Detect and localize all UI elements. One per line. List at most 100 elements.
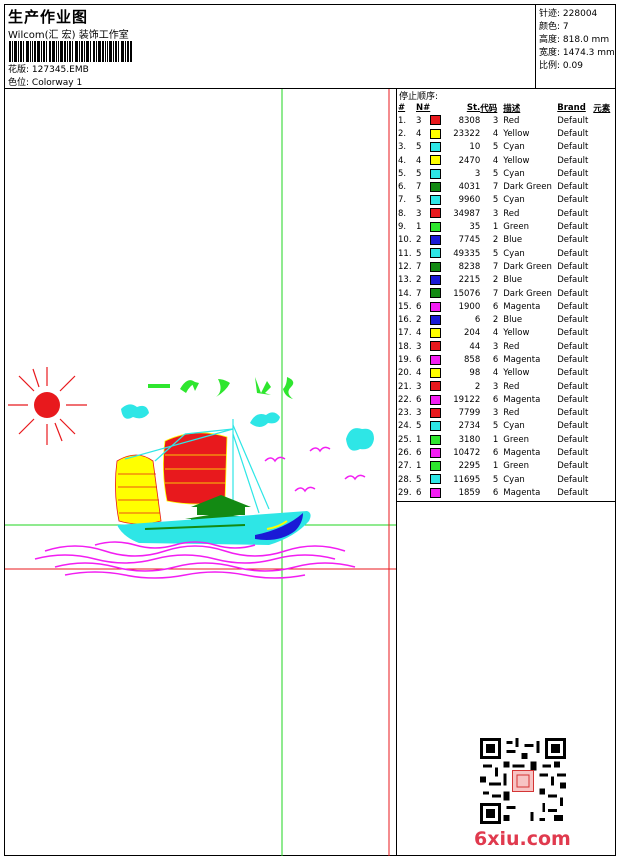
row-swatch: [430, 460, 446, 473]
row-code: 6: [492, 301, 499, 312]
row-index: 13.: [398, 275, 412, 286]
design-file-label: 花版:: [8, 65, 30, 75]
table-row: 2. 4 23322 4 Yellow Default: [398, 127, 610, 140]
row-code: 4: [492, 328, 499, 339]
color-swatch: [430, 168, 442, 179]
row-brand: Default: [557, 301, 589, 312]
color-swatch: [430, 474, 442, 485]
row-needle: 4: [416, 368, 422, 379]
row-index: 25.: [398, 434, 412, 445]
divider: [396, 501, 616, 502]
row-needle: 6: [416, 354, 422, 365]
row-description: Red: [503, 208, 520, 219]
table-row: 25. 1 3180 1 Green Default: [398, 433, 610, 446]
color-swatch: [430, 181, 442, 192]
color-swatch: [430, 314, 442, 325]
table-row: 20. 4 98 4 Yellow Default: [398, 367, 610, 380]
color-swatch: [430, 128, 442, 139]
col-stitches: St.: [466, 102, 481, 113]
col-element: 元素: [593, 103, 611, 114]
row-stitches: 9960: [458, 195, 481, 206]
row-brand: Default: [557, 487, 589, 498]
row-index: 5.: [398, 168, 407, 179]
stat-label: 宽度:: [539, 48, 561, 58]
row-stitches: 2470: [458, 155, 481, 166]
row-brand: Default: [557, 381, 589, 392]
header-stats: 针迹: 228004 颜色: 7 高度: 818.0 mm 宽度: 1474.3…: [535, 4, 616, 88]
row-swatch: [430, 180, 446, 193]
row-code: 6: [492, 394, 499, 405]
row-description: Magenta: [503, 487, 541, 498]
row-index: 22.: [398, 394, 412, 405]
table-row: 19. 6 858 6 Magenta Default: [398, 353, 610, 366]
table-row: 26. 6 10472 6 Magenta Default: [398, 446, 610, 459]
row-needle: 2: [416, 315, 422, 326]
row-stitches: 8238: [458, 261, 481, 272]
table-row: 15. 6 1900 6 Magenta Default: [398, 300, 610, 313]
row-stitches: 4031: [458, 182, 481, 193]
table-row: 16. 2 6 2 Blue Default: [398, 313, 610, 326]
colorway-label: 色位:: [8, 78, 30, 88]
row-stitches: 10472: [453, 448, 481, 459]
row-code: 1: [492, 461, 499, 472]
row-code: 4: [492, 368, 499, 379]
row-swatch: [430, 141, 446, 154]
row-description: Blue: [503, 275, 523, 286]
color-swatch: [430, 208, 442, 219]
color-swatch: [430, 115, 442, 126]
row-code: 6: [492, 487, 499, 498]
row-code: 4: [492, 128, 499, 139]
row-brand: Default: [557, 448, 589, 459]
row-swatch: [430, 260, 446, 273]
row-description: Magenta: [503, 301, 541, 312]
row-needle: 5: [416, 142, 422, 153]
row-stitches: 23322: [453, 128, 481, 139]
design-file-value: 127345.EMB: [31, 65, 89, 75]
row-brand: Default: [557, 341, 589, 352]
row-brand: Default: [557, 288, 589, 299]
table-row: 9. 1 35 1 Green Default: [398, 220, 610, 233]
color-swatch: [430, 248, 442, 259]
header-left: 生产作业图 Wilcom(汇 宏) 装饰工作室 花版: 127345.EMB 色…: [4, 4, 536, 88]
qr-logo-stamp: [512, 770, 534, 792]
row-brand: Default: [557, 182, 589, 193]
row-index: 14.: [398, 288, 412, 299]
row-needle: 5: [416, 421, 422, 432]
color-swatch: [430, 368, 442, 379]
row-description: Yellow: [503, 155, 530, 166]
table-row: 5. 5 3 5 Cyan Default: [398, 167, 610, 180]
table-row: 21. 3 2 3 Red Default: [398, 380, 610, 393]
row-brand: Default: [557, 421, 589, 432]
row-stitches: 3180: [458, 434, 481, 445]
studio-name: Wilcom(汇 宏) 装饰工作室: [8, 30, 129, 41]
row-description: Red: [503, 381, 520, 392]
row-swatch: [430, 247, 446, 260]
table-row: 1. 3 8308 3 Red Default: [398, 114, 610, 127]
waves: [34, 541, 356, 579]
stat-label: 颜色:: [539, 22, 561, 32]
color-swatch: [430, 354, 442, 365]
color-swatch: [430, 274, 442, 285]
table-row: 29. 6 1859 6 Magenta Default: [398, 486, 610, 499]
table-row: 27. 1 2295 1 Green Default: [398, 460, 610, 473]
row-brand: Default: [557, 142, 589, 153]
color-sequence-table: # N# St. 代码 描述 Brand 元素 1. 3 8308 3 Red Defau…: [398, 101, 610, 500]
sun-icon: [8, 367, 87, 445]
row-code: 5: [492, 168, 499, 179]
row-stitches: 3: [474, 168, 481, 179]
row-swatch: [430, 220, 446, 233]
row-stitches: 11695: [453, 474, 481, 485]
row-needle: 1: [416, 434, 422, 445]
row-description: Red: [503, 341, 520, 352]
divider: [396, 88, 397, 856]
color-swatch: [430, 381, 442, 392]
colorway-value: Colorway 1: [31, 78, 83, 88]
row-description: Red: [503, 115, 520, 126]
row-description: Red: [503, 408, 520, 419]
row-stitches: 44: [469, 341, 481, 352]
row-stitches: 858: [464, 354, 481, 365]
cloud-center: [250, 412, 280, 427]
color-swatch: [430, 487, 442, 498]
table-row: 4. 4 2470 4 Yellow Default: [398, 154, 610, 167]
row-index: 4.: [398, 155, 407, 166]
